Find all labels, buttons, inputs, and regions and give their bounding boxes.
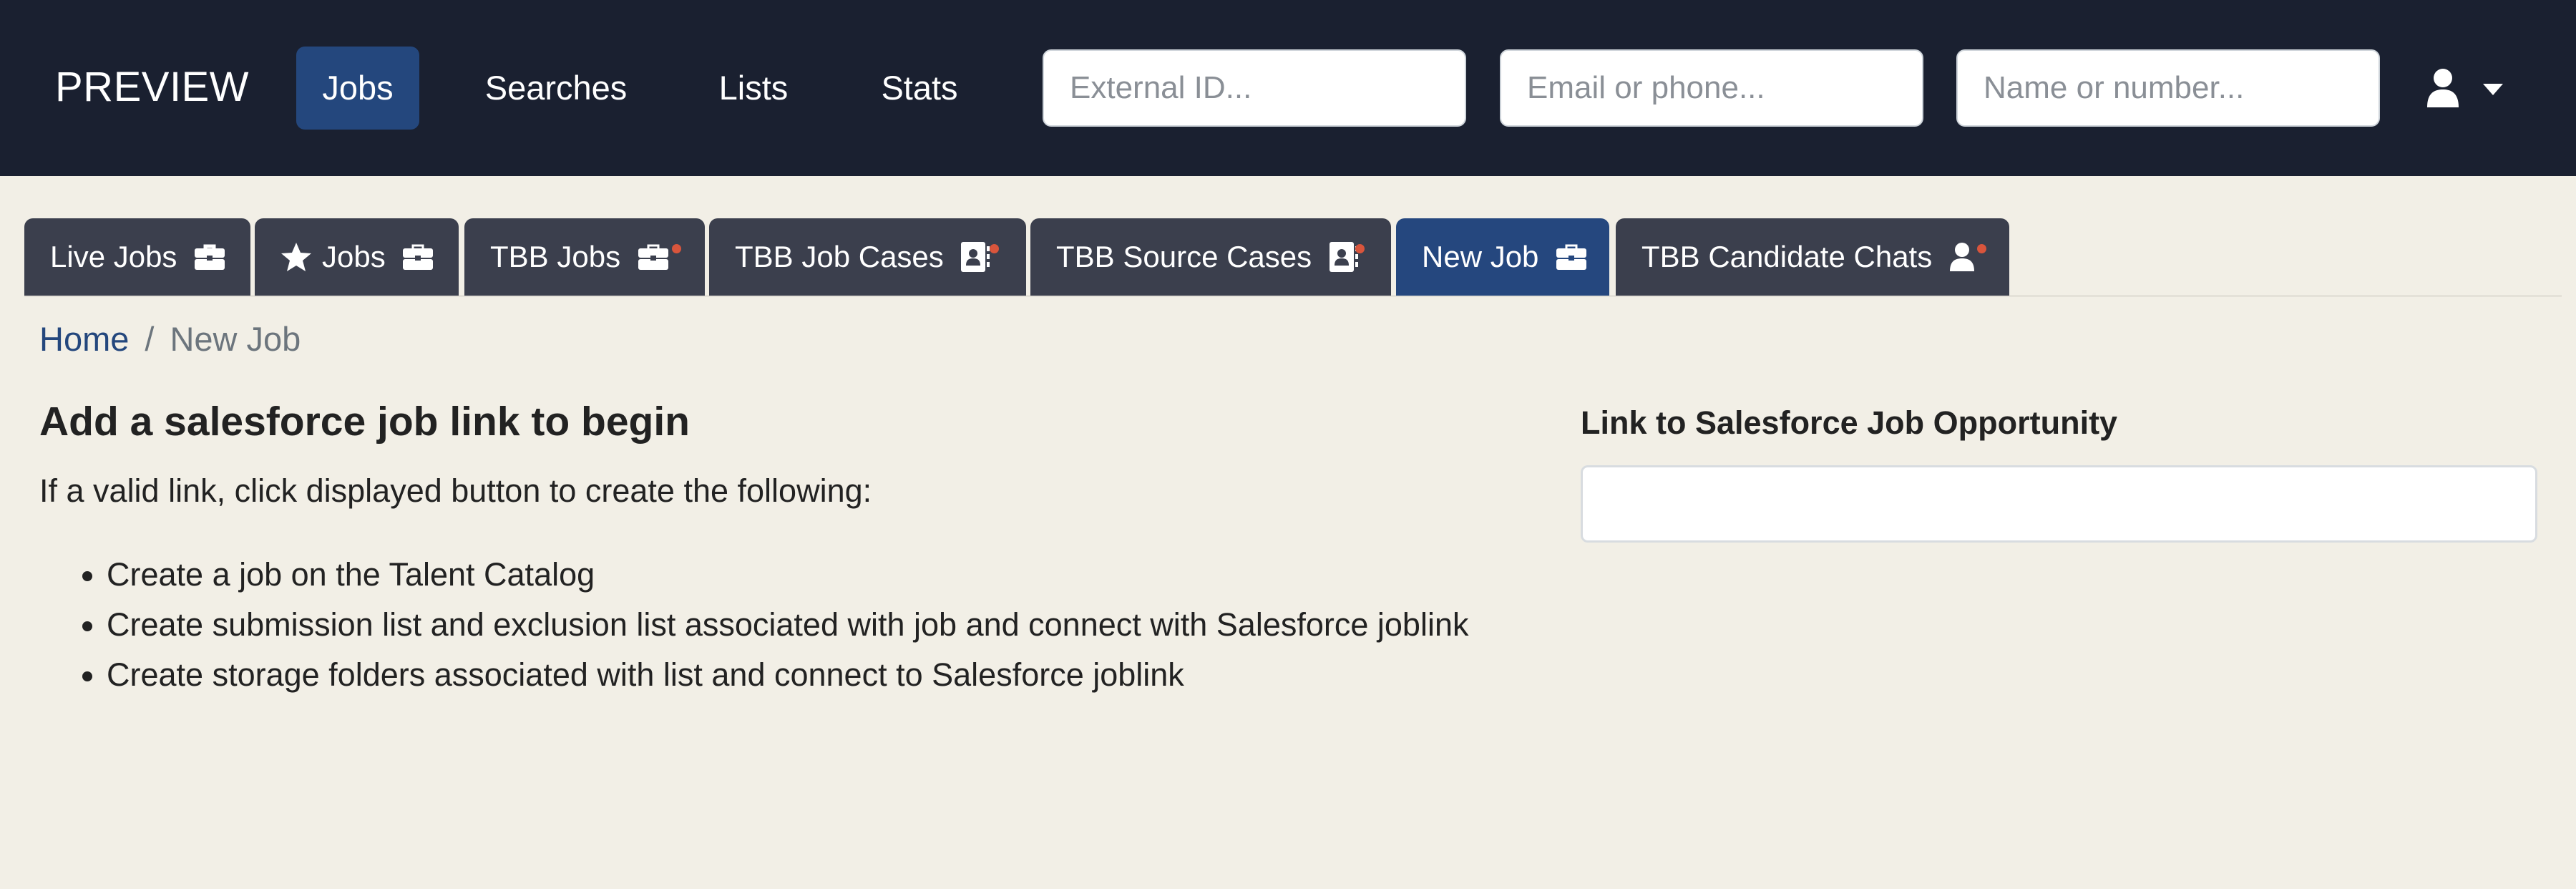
nav-link-lists[interactable]: Lists <box>698 47 809 130</box>
top-navbar: PREVIEW Jobs Searches Lists Stats <box>0 0 2576 176</box>
tab-label: Live Jobs <box>50 240 177 273</box>
email-phone-search-input[interactable] <box>1500 49 1923 127</box>
tab-tbb-source-cases[interactable]: TBB Source Cases <box>1030 218 1391 296</box>
notification-dot <box>1355 244 1365 253</box>
briefcase-icon <box>638 218 669 296</box>
chevron-down-icon <box>2483 84 2503 95</box>
tab-starred-jobs[interactable]: Jobs <box>255 218 459 296</box>
name-number-search-input[interactable] <box>1956 49 2380 127</box>
user-icon <box>2427 69 2459 107</box>
tab-new-job[interactable]: New Job <box>1396 218 1609 296</box>
tab-tbb-job-cases[interactable]: TBB Job Cases <box>709 218 1026 296</box>
instructions-text: If a valid link, click displayed button … <box>39 472 872 509</box>
star-icon <box>280 218 312 296</box>
nav-link-searches[interactable]: Searches <box>472 47 640 130</box>
contact-card-icon <box>960 218 990 296</box>
briefcase-icon <box>402 218 434 296</box>
tab-tbb-jobs[interactable]: TBB Jobs <box>464 218 705 296</box>
tab-label: TBB Source Cases <box>1056 240 1312 273</box>
breadcrumb-current: New Job <box>170 320 301 358</box>
list-item: Create storage folders associated with l… <box>107 650 1468 700</box>
briefcase-icon <box>1556 218 1587 296</box>
tab-label: New Job <box>1422 240 1539 273</box>
notification-dot <box>672 244 681 253</box>
tab-live-jobs[interactable]: Live Jobs <box>24 218 250 296</box>
page-heading: Add a salesforce job link to begin <box>39 399 690 444</box>
tab-tbb-candidate-chats[interactable]: TBB Candidate Chats <box>1616 218 2009 296</box>
tab-label: TBB Jobs <box>490 240 621 273</box>
salesforce-link-label: Link to Salesforce Job Opportunity <box>1581 404 2118 441</box>
breadcrumb-separator: / <box>145 320 155 358</box>
tab-label: TBB Job Cases <box>735 240 944 273</box>
tab-label: TBB Candidate Chats <box>1641 240 1933 273</box>
nav-link-stats[interactable]: Stats <box>862 47 977 130</box>
steps-list: Create a job on the Talent Catalog Creat… <box>39 550 1468 700</box>
user-icon <box>1949 218 1975 296</box>
brand-logo[interactable]: PREVIEW <box>55 63 249 111</box>
list-item: Create submission list and exclusion lis… <box>107 600 1468 650</box>
briefcase-icon <box>194 218 225 296</box>
notification-dot <box>1977 244 1986 253</box>
breadcrumb: Home / New Job <box>39 319 301 359</box>
tab-label: Jobs <box>322 240 386 273</box>
nav-link-jobs[interactable]: Jobs <box>296 47 419 130</box>
list-item: Create a job on the Talent Catalog <box>107 550 1468 600</box>
external-id-search-input[interactable] <box>1043 49 1466 127</box>
notification-dot <box>990 244 999 253</box>
contact-card-icon <box>1329 218 1359 296</box>
breadcrumb-home-link[interactable]: Home <box>39 320 129 358</box>
user-menu-dropdown[interactable] <box>2426 68 2504 111</box>
salesforce-link-input[interactable] <box>1581 465 2537 543</box>
